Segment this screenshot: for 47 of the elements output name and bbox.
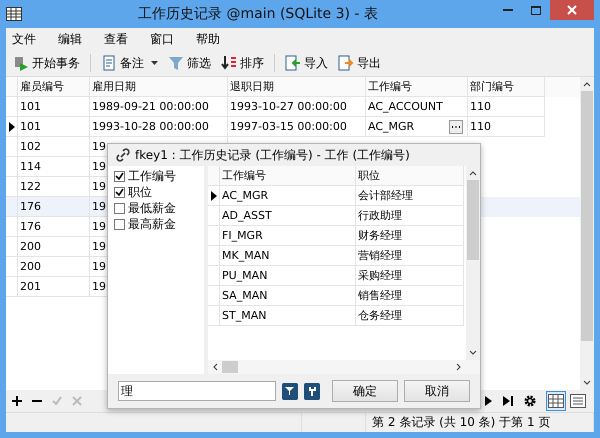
table-cell: PU_MAN [222,269,268,282]
cell-text: 101 [20,120,41,133]
table-cell: SA_MAN [222,289,268,302]
cell-text: 19 [92,140,106,153]
cell-text: 19 [92,240,106,253]
cell-text: AC_MGR [368,120,414,133]
window-title: 工作历史记录 @main (SQLite 3) - 表 [137,5,379,23]
table-cell: 会计部经理 [358,188,413,203]
table-cell: 仓务经理 [358,308,402,323]
cell-text: 110 [470,120,491,133]
table-cell: 营销经理 [358,248,402,263]
cell-text: 19 [92,200,106,213]
cell-text: 102 [20,140,41,153]
table-cell: 采购经理 [358,268,402,283]
cell-text: 19 [92,280,106,293]
cell-text: 1989-09-21 00:00:00 [92,100,209,113]
cell-text: 176 [20,200,41,213]
field-label: 最低薪金 [128,200,176,216]
cell-text: 122 [20,180,41,193]
cell-text: 19 [92,220,106,233]
table-cell: 销售经理 [358,288,402,303]
cell-text: 200 [20,240,41,253]
field-label: 最高薪金 [128,216,176,232]
cell-text: AC_ACCOUNT [368,100,443,113]
cell-text: 110 [470,100,491,113]
cell-text: 1993-10-28 00:00:00 [92,120,209,133]
table-cell: FI_MGR [222,229,263,242]
table-cell: AC_MGR [222,189,268,202]
table-cell: MK_MAN [222,249,270,262]
cell-text: 114 [20,160,41,173]
cell-text: 200 [20,260,41,273]
cell-text: 101 [20,100,41,113]
table-cell: 财务经理 [358,228,402,243]
dialog-title: fkey1 : 工作历史记录 (工作编号) - 工作 (工作编号) [135,146,410,164]
cell-text: 19 [92,180,106,193]
table-cell: ST_MAN [222,309,266,322]
cell-text: 19 [92,160,106,173]
table-cell: AD_ASST [222,209,272,222]
cell-text: 19 [92,260,106,273]
cell-text: 201 [20,280,41,293]
cell-text: 1993-10-27 00:00:00 [230,100,347,113]
cell-text: 176 [20,220,41,233]
field-label: 工作编号 [128,168,176,184]
status-text: 第 2 条记录 (共 10 条) 于第 1 页 [372,414,550,431]
cell-text: 1997-03-15 00:00:00 [230,120,347,133]
field-label: 职位 [128,184,152,200]
table-cell: 行政助理 [358,208,402,223]
